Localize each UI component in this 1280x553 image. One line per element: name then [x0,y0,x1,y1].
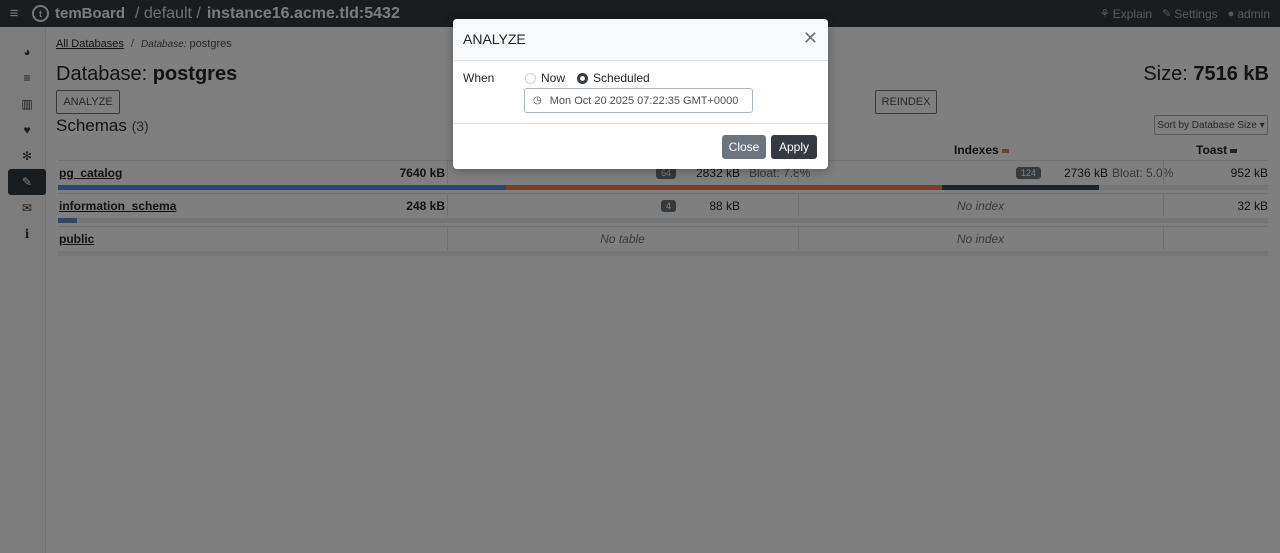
close-icon[interactable]: ✕ [803,29,818,47]
radio-now-label[interactable]: Now [541,71,565,85]
datetime-input[interactable]: ◷ Mon Oct 20 2025 07:22:35 GMT+0000 [524,88,753,113]
datetime-value: Mon Oct 20 2025 07:22:35 GMT+0000 [549,94,739,107]
radio-scheduled-label[interactable]: Scheduled [593,71,650,85]
analyze-modal: ANALYZE ✕ When Now Scheduled ◷ Mon Oct 2… [453,19,828,169]
modal-footer: Close Apply [453,123,828,169]
radio-scheduled[interactable] [577,72,589,84]
radio-now[interactable] [525,72,536,84]
close-button[interactable]: Close [722,135,766,159]
modal-header: ANALYZE ✕ [453,19,828,61]
modal-title: ANALYZE [463,31,526,47]
when-label: When [463,71,495,85]
apply-button[interactable]: Apply [771,135,817,159]
clock-icon: ◷ [533,95,542,106]
when-radio-group: Now Scheduled [525,71,662,85]
